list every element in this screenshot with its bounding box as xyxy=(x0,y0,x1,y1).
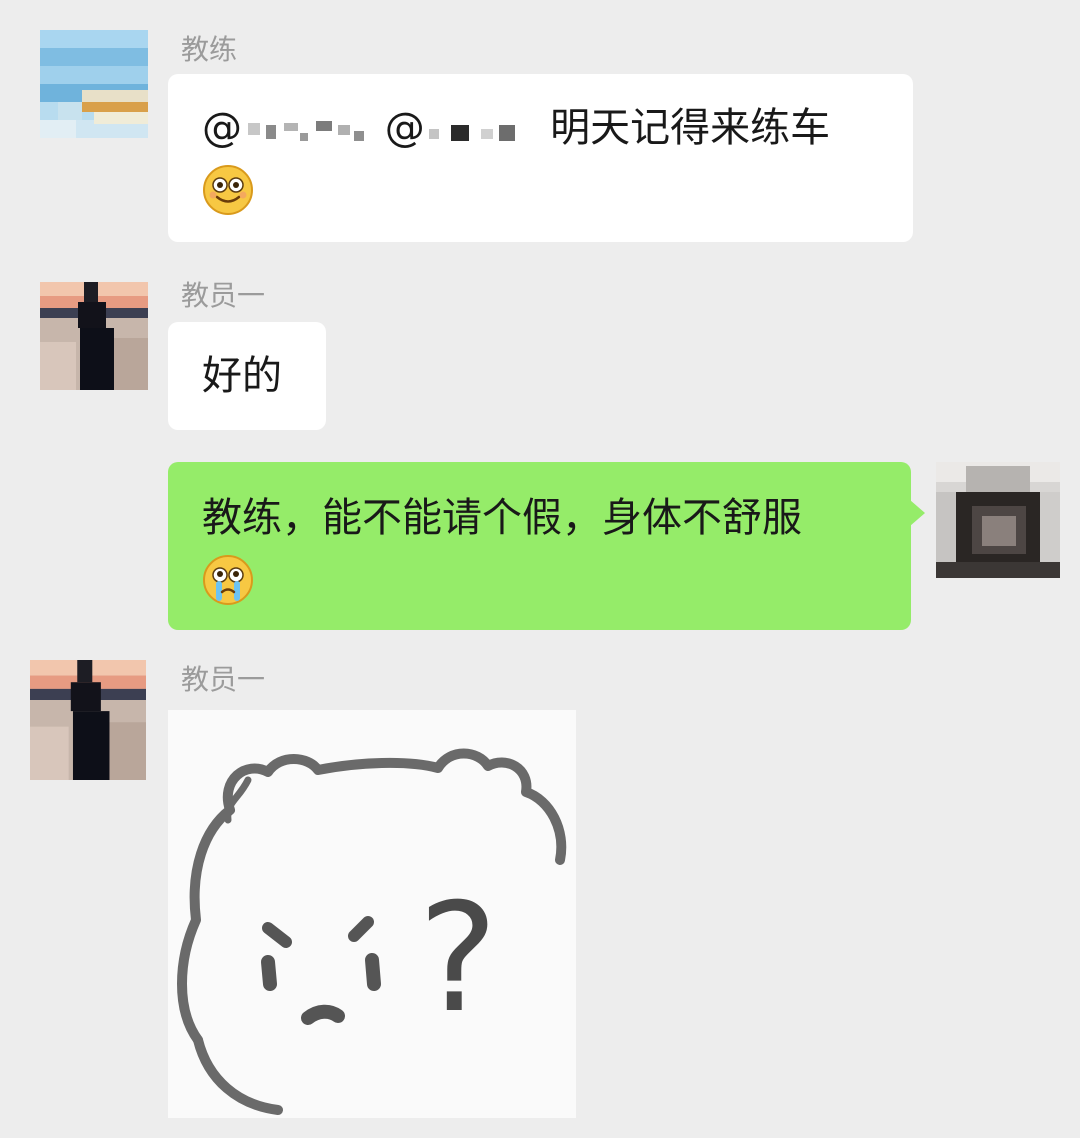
message-line: @ @ 明天记得来练车 xyxy=(202,98,883,158)
sender-name: 教练 xyxy=(181,33,238,66)
avatar-self-image xyxy=(936,462,1060,578)
mention-name-pixelated xyxy=(248,121,364,141)
message-line xyxy=(202,548,891,608)
mention-at[interactable]: @ xyxy=(385,105,425,151)
chat-window: 教练 @ @ 明天记得来练车 教员一 好的 教练，能不能请个假，身体不舒服 教员… xyxy=(0,0,1080,1138)
avatar-self[interactable] xyxy=(936,462,1060,578)
avatar-member-image xyxy=(40,282,148,390)
avatar-member[interactable] xyxy=(40,282,148,390)
message-text: 教练，能不能请个假，身体不舒服 xyxy=(202,495,802,541)
mention-name-pixelated xyxy=(428,125,515,141)
avatar-coach[interactable] xyxy=(40,30,148,138)
smile-emoji-icon xyxy=(203,165,253,215)
message-bubble-self[interactable]: 教练，能不能请个假，身体不舒服 xyxy=(168,462,925,630)
message-text: 好的 xyxy=(202,353,282,399)
message-text: 明天记得来练车 xyxy=(550,105,831,151)
avatar-coach-image xyxy=(40,30,148,138)
message-line: 教练，能不能请个假，身体不舒服 xyxy=(202,488,891,548)
sender-name: 教员一 xyxy=(181,663,266,696)
sticker-image[interactable]: ? xyxy=(168,710,576,1118)
avatar-member-image xyxy=(30,660,146,780)
avatar-member[interactable] xyxy=(30,660,146,780)
mention-at[interactable]: @ xyxy=(202,105,242,151)
confused-bear-sticker: ? xyxy=(168,710,576,1118)
sender-name: 教员一 xyxy=(181,279,266,312)
message-bubble[interactable]: @ @ 明天记得来练车 xyxy=(168,74,913,242)
sticker-question-mark: ? xyxy=(418,872,498,1046)
crying-emoji-icon xyxy=(203,555,253,605)
message-bubble[interactable]: 好的 xyxy=(168,322,326,430)
message-line xyxy=(202,158,883,218)
